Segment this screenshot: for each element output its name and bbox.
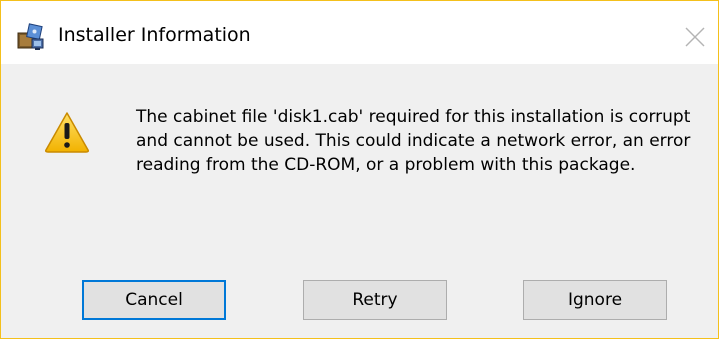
dialog-content: The cabinet file 'disk1.cab' required fo… bbox=[1, 64, 718, 338]
warning-icon bbox=[44, 111, 90, 153]
retry-button[interactable]: Retry bbox=[303, 280, 447, 320]
close-button[interactable] bbox=[675, 17, 715, 57]
ignore-button[interactable]: Ignore bbox=[523, 280, 667, 320]
error-message: The cabinet file 'disk1.cab' required fo… bbox=[136, 107, 691, 175]
installer-information-dialog: Installer Information The cabinet file '… bbox=[0, 0, 719, 339]
title-bar[interactable]: Installer Information bbox=[1, 1, 718, 64]
dialog-title: Installer Information bbox=[58, 24, 251, 46]
cancel-button[interactable]: Cancel bbox=[82, 280, 226, 320]
close-icon bbox=[685, 27, 705, 47]
installer-package-icon bbox=[15, 22, 45, 52]
